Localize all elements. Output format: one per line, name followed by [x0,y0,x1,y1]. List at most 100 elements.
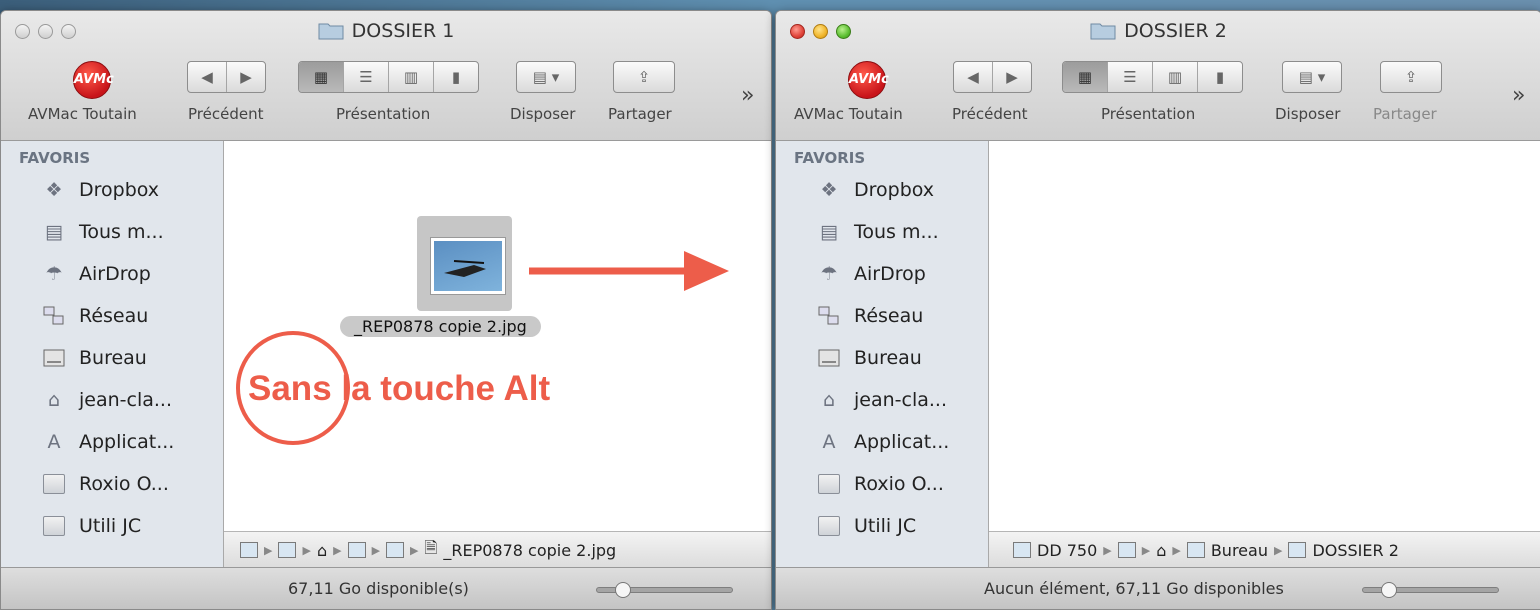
view-mode-control: ▦ ☰ ▥ ▮ [298,61,479,93]
folder-icon[interactable] [386,542,405,558]
column-view-icon[interactable]: ▥ [1153,62,1198,92]
forward-arrow-icon[interactable]: ▶ [993,62,1031,92]
avmac-logo-icon: AVMc [73,61,114,99]
path-bar: ▶ ▶ ⌂ ▶ ▶ ▶ 🗎 _REP0878 copie 2.jpg [224,531,771,568]
chevron-right-icon: ▶ [371,543,381,557]
arrange-label: Disposer [510,105,576,123]
disk-icon [1013,542,1031,558]
home-icon[interactable]: ⌂ [317,541,327,560]
sidebar: FAVORIS ❖ Dropbox ▤ Tous m... ☂ AirDrop Rés… [1,141,224,568]
folder-icon [318,20,344,45]
file-icon-selected[interactable] [417,216,512,311]
finder-window-dossier-1: DOSSIER 1 AVMc AVMac Toutain ◀ ▶ Précéde… [0,10,772,610]
chevron-right-icon: ▶ [264,543,273,557]
share-label: Partager [1373,105,1437,123]
avmac-label: AVMac Toutain [794,105,903,123]
forward-arrow-icon[interactable]: ▶ [227,62,265,92]
avmac-toutain-button[interactable]: AVMc [73,61,114,99]
path-item-dossier-2[interactable]: DOSSIER 2 [1312,541,1398,560]
applications-icon: A [822,431,836,453]
sidebar-item-home[interactable]: ⌂ jean-cla... [776,379,988,421]
column-view-icon[interactable]: ▥ [389,62,434,92]
user-folder-icon[interactable] [278,542,297,558]
icon-size-slider[interactable] [1362,582,1499,598]
all-files-icon: ▤ [45,221,63,243]
share-icon: ⇪ [637,68,651,86]
home-icon: ⌂ [822,389,836,411]
sidebar-item-airdrop[interactable]: ☂ AirDrop [776,253,988,295]
desktop-folder-icon[interactable] [347,542,366,558]
user-folder-icon[interactable] [1117,542,1136,558]
sidebar-heading: FAVORIS [794,149,866,167]
share-icon: ⇪ [1404,68,1418,86]
chevron-right-icon: ▶ [302,543,311,557]
view-mode-control: ▦ ☰ ▥ ▮ [1062,61,1243,93]
sidebar-item-home[interactable]: ⌂ jean-cla... [1,379,223,421]
icon-view-icon[interactable]: ▦ [299,62,344,92]
disk-icon[interactable] [240,542,258,558]
slider-knob[interactable] [615,582,631,598]
sidebar-item-roxio[interactable]: Roxio O... [1,463,223,505]
content-area-empty[interactable] [989,141,1540,532]
dropbox-icon: ❖ [820,179,838,201]
path-item-bureau[interactable]: Bureau [1211,541,1268,560]
sidebar-item-dropbox[interactable]: ❖ Dropbox [776,169,988,211]
airdrop-icon: ☂ [820,263,838,285]
status-bar: Aucun élément, 67,11 Go disponibles [776,567,1540,609]
avmac-toutain-button[interactable]: AVMc [848,61,889,99]
airdrop-icon: ☂ [45,263,63,285]
back-arrow-icon[interactable]: ◀ [188,62,227,92]
dropbox-icon: ❖ [45,179,63,201]
sidebar-item-roxio[interactable]: Roxio O... [776,463,988,505]
chevron-right-icon: ▶ [1172,543,1181,557]
sidebar-item-network[interactable]: Réseau [776,295,988,337]
toolbar: DOSSIER 2 AVMc AVMac Toutain ◀ ▶ Précéde… [776,11,1540,141]
list-view-icon[interactable]: ☰ [344,62,389,92]
sidebar-item-applications[interactable]: A Applicat... [776,421,988,463]
share-button[interactable]: ⇪ [1380,61,1442,93]
folder-icon [818,473,840,495]
file-icon: 🗎 [424,537,438,557]
home-icon: ⌂ [47,389,61,411]
window-title: DOSSIER 2 [776,20,1540,45]
chevron-right-icon: ▶ [1141,543,1151,557]
prev-label: Précédent [188,105,264,123]
sidebar-item-all-files[interactable]: ▤ Tous m... [776,211,988,253]
share-label: Partager [608,105,672,123]
sidebar-item-applications[interactable]: A Applicat... [1,421,223,463]
sidebar-item-dropbox[interactable]: ❖ Dropbox [1,169,223,211]
folder-icon [818,515,840,537]
path-item-disk[interactable]: DD 750 [1037,541,1097,560]
coverflow-view-icon[interactable]: ▮ [434,62,478,92]
slider-knob[interactable] [1381,582,1397,598]
content-area: _REP0878 copie 2.jpg Sans la touche Alt [224,141,771,532]
list-view-icon[interactable]: ☰ [1108,62,1153,92]
back-arrow-icon[interactable]: ◀ [954,62,993,92]
toolbar: DOSSIER 1 AVMc AVMac Toutain ◀ ▶ Précéde… [1,11,771,141]
chevron-right-icon: ▶ [410,543,419,557]
chevron-right-icon: ▶ [1103,543,1112,557]
sidebar-item-desktop[interactable]: Bureau [776,337,988,379]
sidebar-item-utili-jc[interactable]: Utili JC [1,505,223,547]
toolbar-overflow-chevron-icon[interactable]: » [741,83,754,108]
view-label: Présentation [336,105,431,123]
toolbar-overflow-chevron-icon[interactable]: » [1512,83,1525,108]
sidebar-item-all-files[interactable]: ▤ Tous m... [1,211,223,253]
arrange-button[interactable]: ▤ ▾ [516,61,576,93]
avmac-logo-icon: AVMc [848,61,889,99]
avmac-label: AVMac Toutain [28,105,137,123]
coverflow-view-icon[interactable]: ▮ [1198,62,1242,92]
arrange-button[interactable]: ▤ ▾ [1282,61,1342,93]
back-forward-control: ◀ ▶ [953,61,1032,93]
file-name-label[interactable]: _REP0878 copie 2.jpg [340,316,541,337]
share-button[interactable]: ⇪ [613,61,675,93]
icon-size-slider[interactable] [596,582,733,598]
desktop-folder-icon [1186,542,1205,558]
sidebar-item-airdrop[interactable]: ☂ AirDrop [1,253,223,295]
icon-view-icon[interactable]: ▦ [1063,62,1108,92]
sidebar-item-utili-jc[interactable]: Utili JC [776,505,988,547]
sidebar-item-network[interactable]: Réseau [1,295,223,337]
path-item-file[interactable]: _REP0878 copie 2.jpg [443,541,616,560]
home-icon[interactable]: ⌂ [1156,541,1166,560]
sidebar-item-desktop[interactable]: Bureau [1,337,223,379]
